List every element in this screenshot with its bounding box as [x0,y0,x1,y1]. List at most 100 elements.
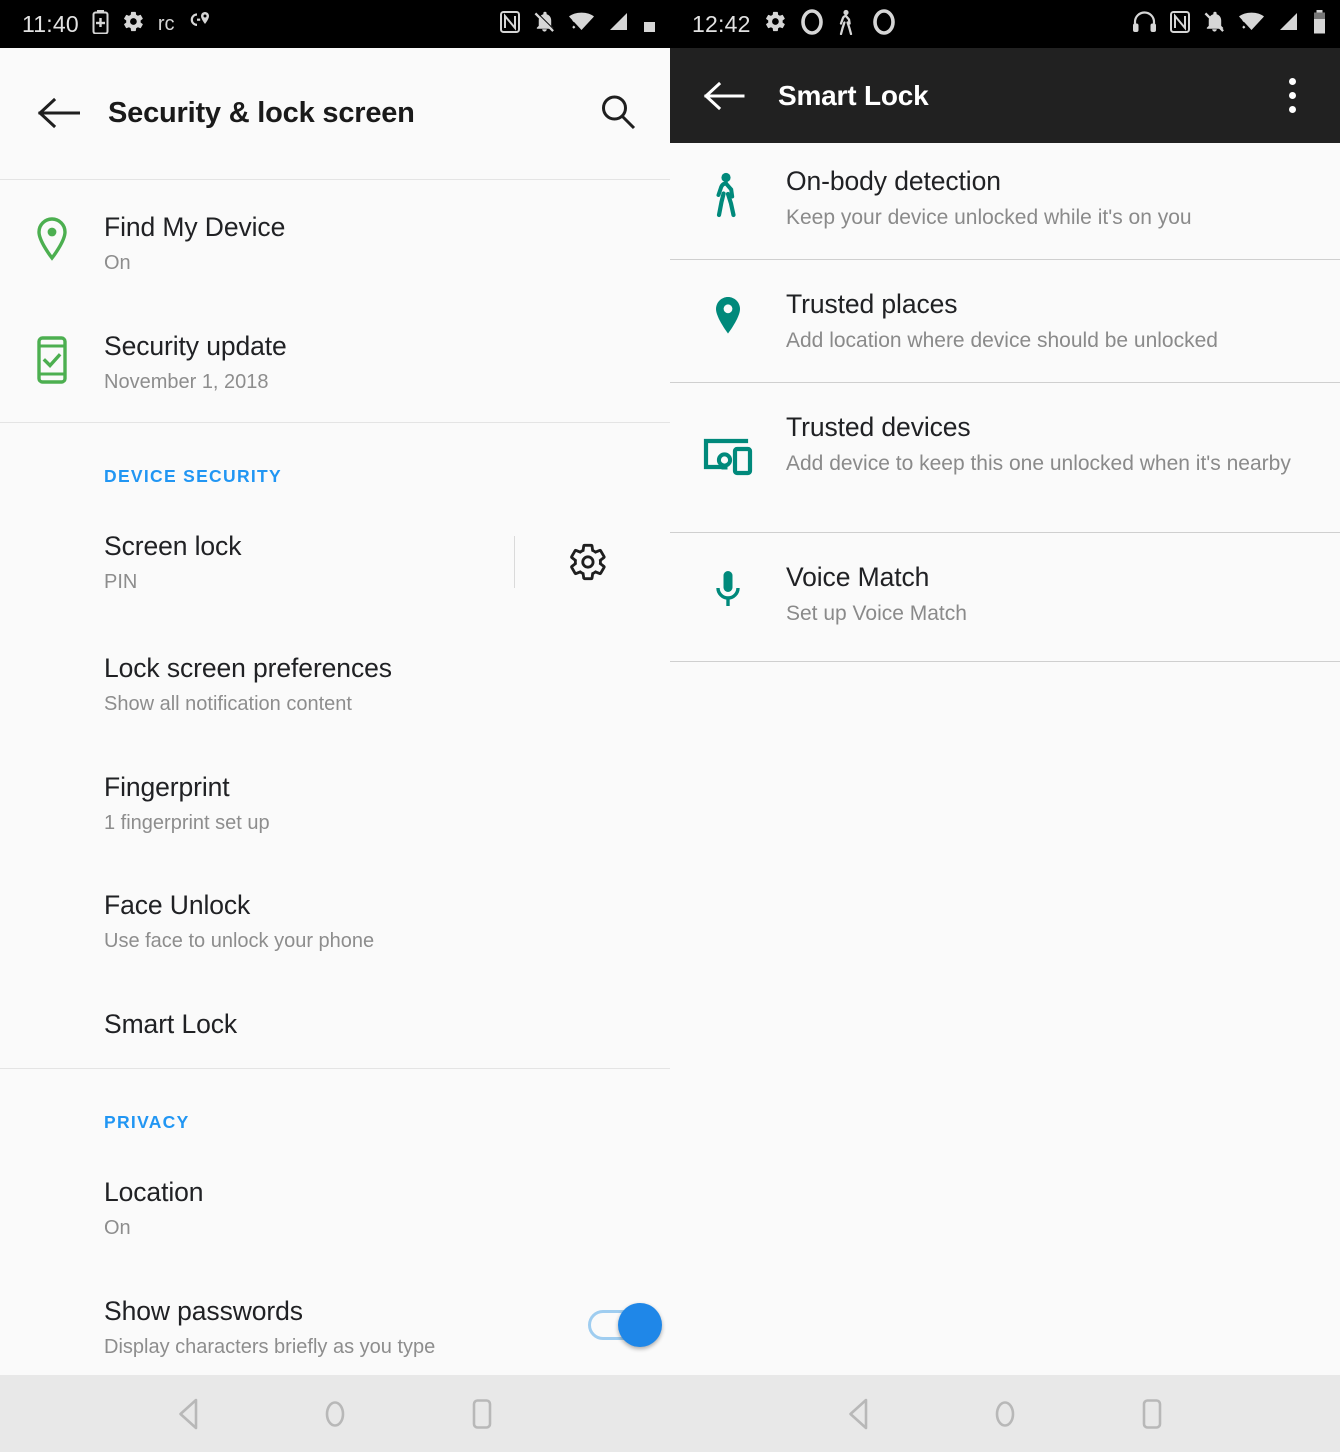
page-title: Security & lock screen [108,97,415,130]
back-arrow-icon[interactable] [698,70,750,122]
rc-text-icon: rc [158,14,175,34]
list-item-subtitle: Use face to unlock your phone [104,929,670,953]
list-item-title: Security update [104,331,670,361]
list-item-voice-match[interactable]: Voice Match Set up Voice Match [670,562,1340,628]
gear-icon [122,10,145,38]
location-pin-icon [670,289,786,341]
list-item-subtitle: On [104,1216,670,1240]
list-item-title: Trusted places [786,289,1218,319]
headphones-icon [1132,11,1157,38]
notifications-muted-icon [533,10,556,39]
list-item-trusted-places[interactable]: Trusted places Add location where device… [670,289,1340,355]
maps-navigation-icon [188,10,210,39]
walking-person-icon [670,166,786,220]
list-item-text: Security update November 1, 2018 [104,331,670,394]
dual-phone-screenshot: 11:40 rc [0,0,1340,1452]
section-header-device-security: DEVICE SECURITY [104,466,282,487]
right-nav-group [670,1375,1340,1452]
list-item-title: Show passwords [104,1296,560,1326]
phone-check-icon [0,331,104,385]
toggle-thumb [618,1303,662,1347]
status-clock: 11:40 [22,11,79,38]
devices-icon [670,412,786,478]
list-item-face-unlock[interactable]: Face Unlock Use face to unlock your phon… [0,890,670,953]
right-app-bar: Smart Lock [670,48,1340,143]
list-item-lock-screen-preferences[interactable]: Lock screen preferences Show all notific… [0,653,670,716]
wifi-icon [1238,10,1265,39]
list-item-trusted-devices[interactable]: Trusted devices Add device to keep this … [670,412,1340,478]
status-left-icons [764,9,896,40]
right-phone-pane: 12:42 [670,0,1340,1452]
location-pin-icon [0,212,104,264]
status-right-icons [499,10,656,39]
list-item-text: Face Unlock Use face to unlock your phon… [104,890,670,953]
list-item-title: Smart Lock [104,1009,670,1039]
list-item-title: Trusted devices [786,412,1291,442]
list-item-subtitle: Keep your device unlocked while it's on … [786,204,1192,231]
right-status-bar: 12:42 [670,0,1340,48]
list-item-text: On-body detection Keep your device unloc… [786,166,1192,232]
list-item-security-update[interactable]: Security update November 1, 2018 [0,331,670,394]
list-item-text: Location On [104,1177,670,1240]
list-item-subtitle: November 1, 2018 [104,370,670,394]
pedestrian-icon [837,9,859,40]
appbar-divider [0,179,670,180]
back-arrow-icon[interactable] [30,85,86,141]
nav-recents-icon[interactable] [437,1375,527,1452]
list-item-text: Voice Match Set up Voice Match [786,562,967,628]
section-divider [0,1068,670,1069]
list-item-title: Location [104,1177,670,1207]
list-item-fingerprint[interactable]: Fingerprint 1 fingerprint set up [0,772,670,835]
list-item-subtitle: On [104,251,670,275]
list-item-subtitle: Add device to keep this one unlocked whe… [786,450,1291,477]
system-navigation-bar [0,1375,1340,1452]
list-item-on-body-detection[interactable]: On-body detection Keep your device unloc… [670,166,1340,232]
list-item-subtitle: Set up Voice Match [786,600,967,627]
show-passwords-toggle[interactable] [588,1303,662,1347]
battery-icon [643,10,656,39]
list-item-text: Trusted devices Add device to keep this … [786,412,1291,478]
list-item-subtitle: Show all notification content [104,692,670,716]
section-divider [0,422,670,423]
battery-icon [1313,9,1326,40]
status-right-icons [1132,9,1326,40]
screen-lock-settings-cell [514,536,621,588]
list-item-text: Find My Device On [104,212,670,275]
nav-home-icon[interactable] [290,1375,380,1452]
list-item-text: Smart Lock [104,1009,670,1039]
nav-home-icon[interactable] [960,1375,1050,1452]
nav-back-icon[interactable] [815,1375,905,1452]
left-app-bar: Security & lock screen [0,48,670,178]
nav-recents-icon[interactable] [1107,1375,1197,1452]
list-divider [670,259,1340,260]
list-item-subtitle: 1 fingerprint set up [104,811,670,835]
list-item-smart-lock[interactable]: Smart Lock [0,1009,670,1039]
nav-back-icon[interactable] [145,1375,235,1452]
cellular-signal-icon [607,10,631,39]
gear-icon[interactable] [555,542,621,582]
list-divider [670,661,1340,662]
notifications-muted-icon [1203,10,1226,39]
overflow-menu-icon[interactable] [1266,70,1318,122]
search-icon[interactable] [590,85,646,141]
wifi-icon [568,10,595,39]
list-item-text: Lock screen preferences Show all notific… [104,653,670,716]
nfc-icon [499,10,521,39]
list-item-text: Fingerprint 1 fingerprint set up [104,772,670,835]
battery-saver-icon [92,10,109,39]
list-divider [670,532,1340,533]
page-title: Smart Lock [778,80,929,112]
list-item-title: Voice Match [786,562,967,592]
list-item-find-my-device[interactable]: Find My Device On [0,212,670,275]
list-item-show-passwords[interactable]: Show passwords Display characters briefl… [0,1296,670,1359]
cellular-signal-icon [1277,10,1301,39]
section-header-privacy: PRIVACY [104,1112,190,1133]
list-item-subtitle: Display characters briefly as you type [104,1335,560,1359]
list-item-title: Fingerprint [104,772,670,802]
left-status-bar: 11:40 rc [0,0,670,48]
nfc-icon [1169,10,1191,39]
left-phone-pane: 11:40 rc [0,0,670,1452]
list-divider [670,382,1340,383]
list-item-text: Trusted places Add location where device… [786,289,1218,355]
list-item-location[interactable]: Location On [0,1177,670,1240]
